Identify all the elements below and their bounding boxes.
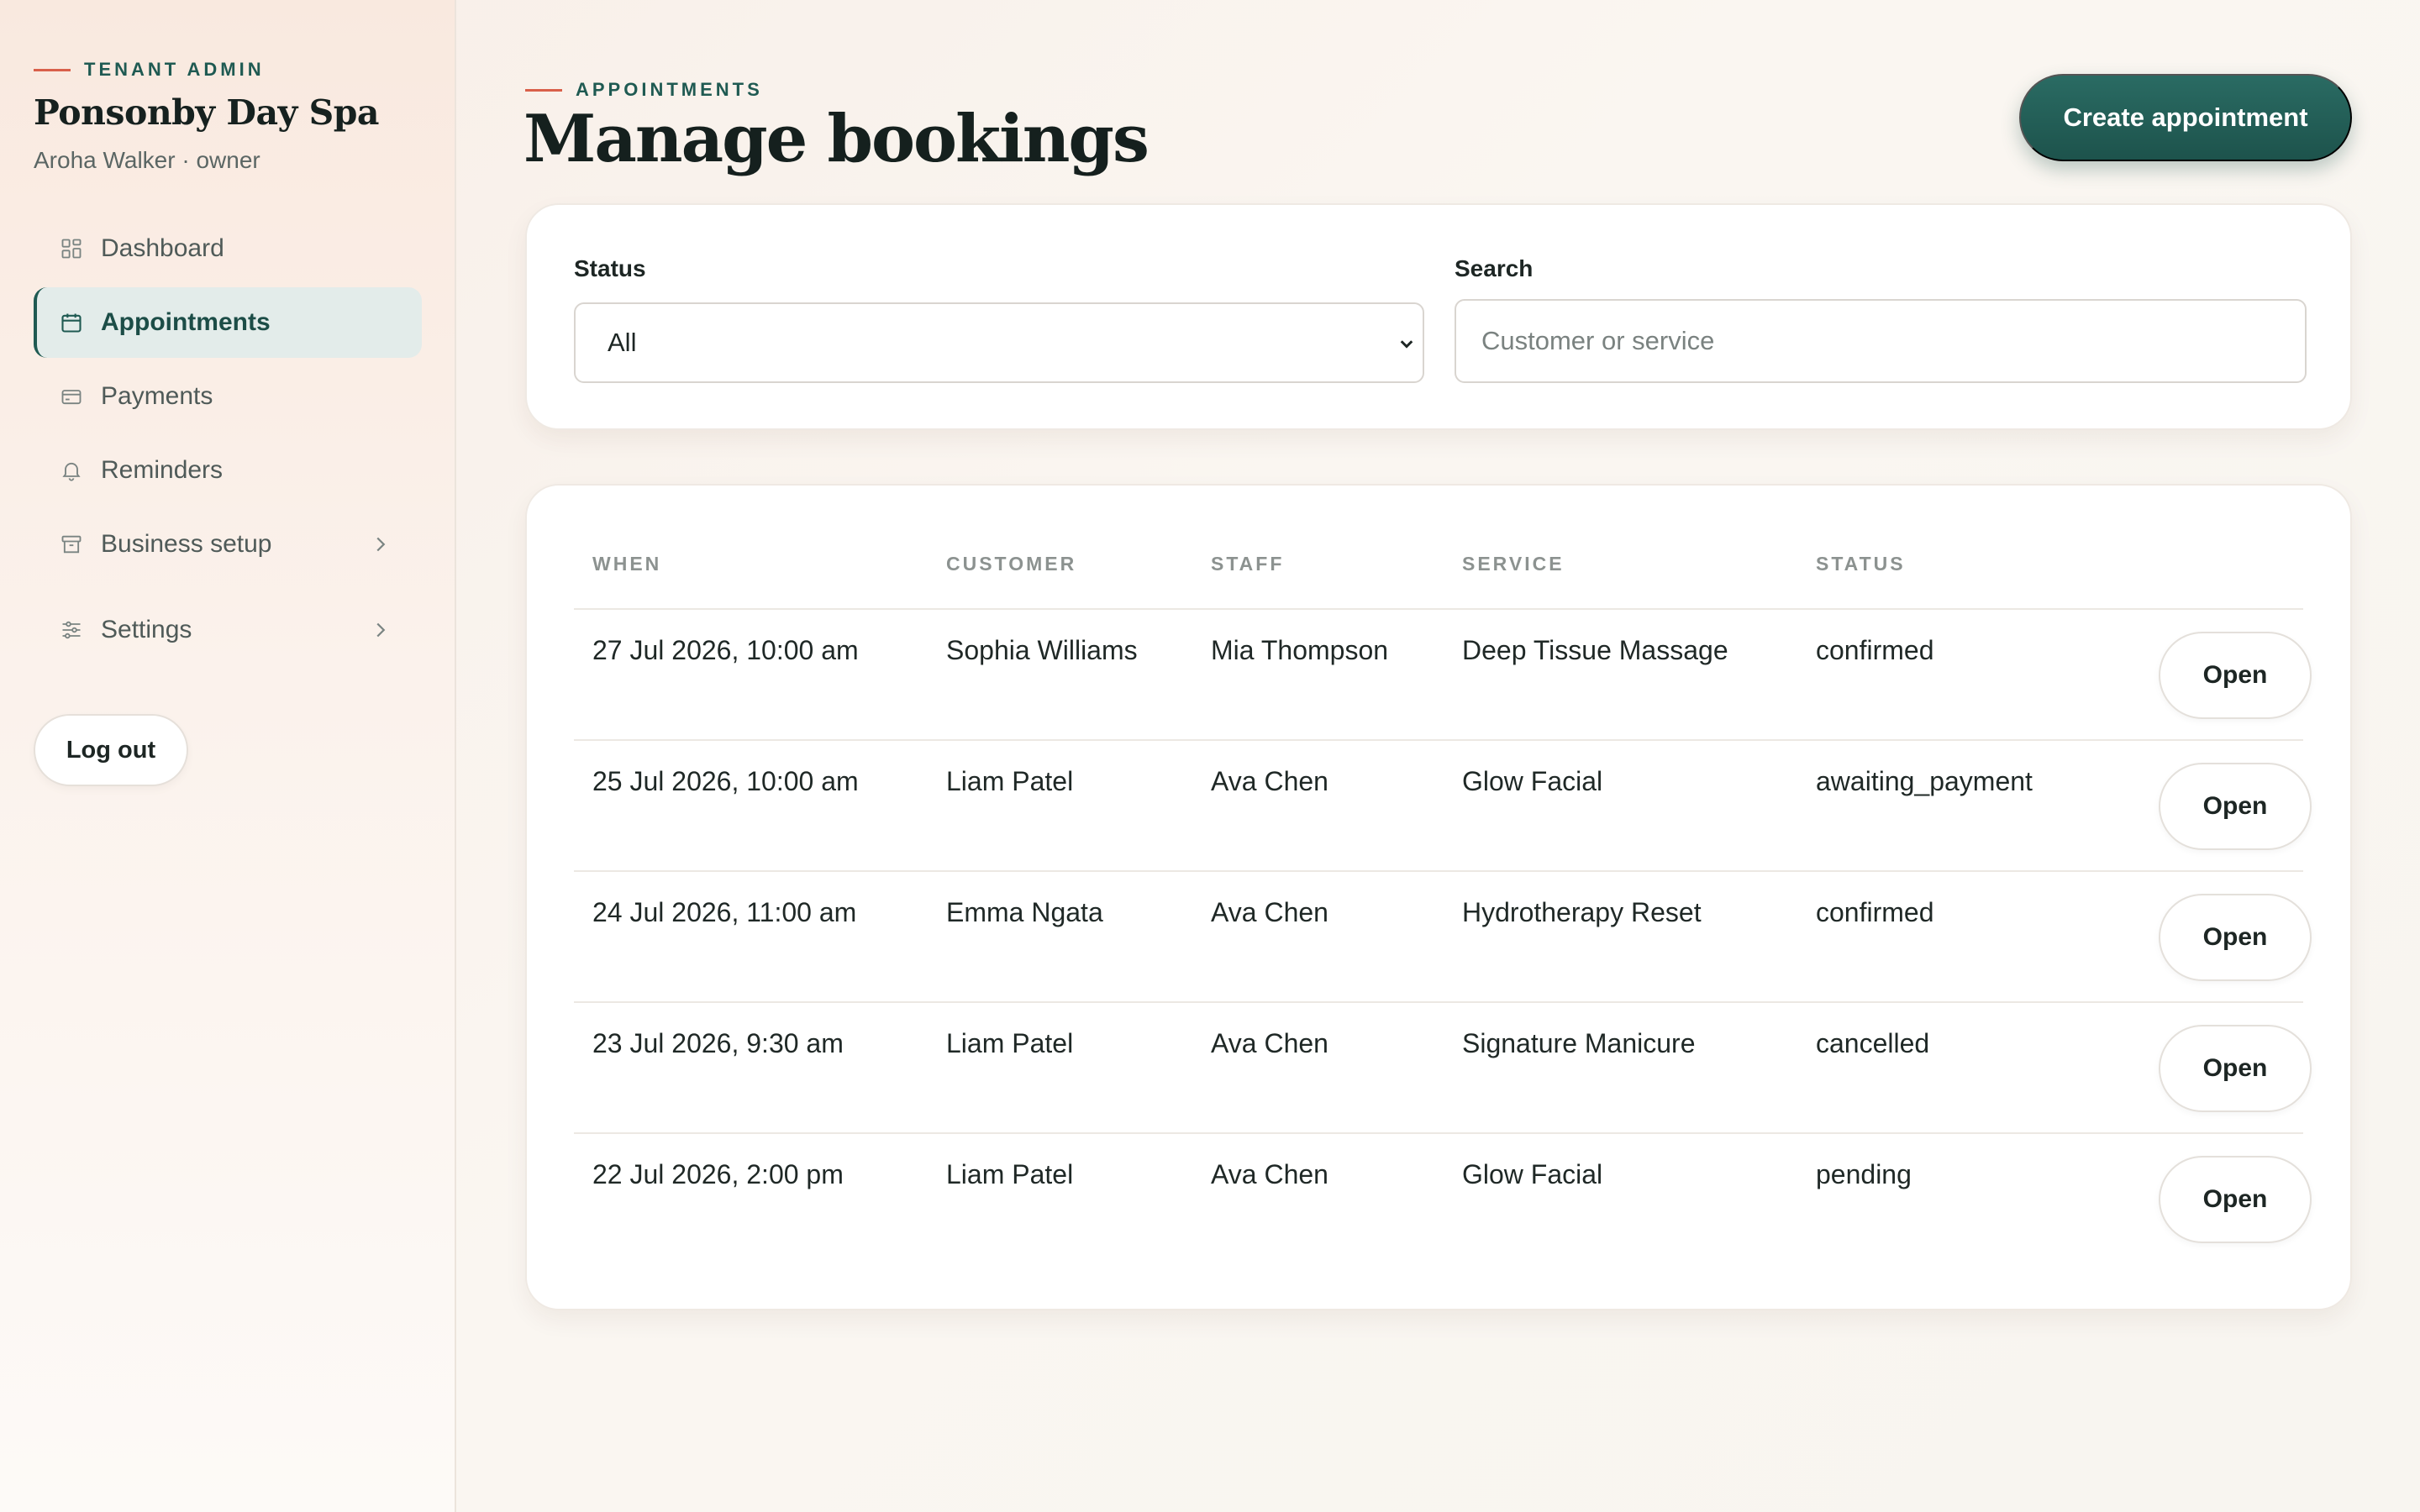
cell-customer: Sophia Williams <box>946 635 1138 665</box>
cell-service: Hydrotherapy Reset <box>1462 897 1702 927</box>
cell-when: 27 Jul 2026, 10:00 am <box>592 635 859 665</box>
search-placeholder: Customer or service <box>1481 326 1715 355</box>
search-label: Search <box>1455 255 1534 281</box>
eyebrow-dash <box>34 68 71 71</box>
cell-staff: Ava Chen <box>1211 897 1328 927</box>
cell-staff: Ava Chen <box>1211 1028 1328 1058</box>
cell-customer: Liam Patel <box>946 1159 1074 1189</box>
credit-card-icon <box>59 384 84 409</box>
status-select-value: All <box>608 328 637 357</box>
sliders-icon <box>59 617 84 643</box>
business-name: Ponsonby Day Spa <box>34 92 379 133</box>
create-appointment-button[interactable]: Create appointment <box>2019 74 2352 161</box>
open-button[interactable]: Open <box>2159 763 2312 850</box>
sidebar-item-label: Appointments <box>101 308 271 336</box>
column-header-service: SERVICE <box>1462 553 1565 575</box>
sidebar-item-settings[interactable]: Settings <box>34 595 422 665</box>
cell-status: confirmed <box>1816 635 1934 665</box>
page-title: Manage bookings <box>523 101 1150 177</box>
sidebar-item-dashboard[interactable]: Dashboard <box>34 213 422 284</box>
status-select[interactable]: All <box>574 302 1424 383</box>
sidebar-item-label: Reminders <box>101 456 224 484</box>
sidebar-item-reminders[interactable]: Reminders <box>34 435 422 506</box>
cell-status: confirmed <box>1816 897 1934 927</box>
eyebrow-dash <box>525 88 562 92</box>
cell-when: 22 Jul 2026, 2:00 pm <box>592 1159 844 1189</box>
appointments-table: WHEN CUSTOMER STAFF SERVICE STATUS 27 Ju… <box>525 484 2352 1310</box>
cell-staff: Ava Chen <box>1211 1159 1328 1189</box>
user-role: Aroha Walker · owner <box>34 147 260 173</box>
column-header-when: WHEN <box>592 553 662 575</box>
search-input[interactable]: Customer or service <box>1455 299 2307 383</box>
status-filter-label: Status <box>574 255 646 281</box>
cell-service: Deep Tissue Massage <box>1462 635 1728 665</box>
cell-service: Glow Facial <box>1462 1159 1603 1189</box>
table-row: 22 Jul 2026, 2:00 pm Liam Patel Ava Chen… <box>574 1134 2312 1265</box>
sidebar-item-appointments[interactable]: Appointments <box>34 287 422 358</box>
chevron-right-icon <box>368 532 393 557</box>
cell-service: Signature Manicure <box>1462 1028 1696 1058</box>
cell-status: cancelled <box>1816 1028 1930 1058</box>
sidebar: TENANT ADMIN Ponsonby Day Spa Aroha Walk… <box>0 0 456 1512</box>
table-row: 25 Jul 2026, 10:00 am Liam Patel Ava Che… <box>574 741 2312 872</box>
column-header-customer: CUSTOMER <box>946 553 1077 575</box>
table-row: 27 Jul 2026, 10:00 am Sophia Williams Mi… <box>574 610 2312 741</box>
open-button[interactable]: Open <box>2159 1156 2312 1243</box>
sidebar-item-label: Dashboard <box>101 234 224 262</box>
cell-status: awaiting_payment <box>1816 766 2033 796</box>
cell-when: 24 Jul 2026, 11:00 am <box>592 897 857 927</box>
chevron-right-icon <box>368 617 393 643</box>
cell-staff: Ava Chen <box>1211 766 1328 796</box>
sidebar-item-label: Business setup <box>101 530 272 558</box>
open-button[interactable]: Open <box>2159 894 2312 981</box>
sidebar-eyebrow: TENANT ADMIN <box>34 59 265 81</box>
column-header-status: STATUS <box>1816 553 1906 575</box>
chevron-down-icon <box>1394 332 1419 357</box>
cell-when: 25 Jul 2026, 10:00 am <box>592 766 859 796</box>
calendar-icon <box>59 310 84 335</box>
open-button[interactable]: Open <box>2159 632 2312 719</box>
sidebar-item-business-setup[interactable]: Business setup <box>34 509 422 580</box>
sidebar-item-payments[interactable]: Payments <box>34 361 422 432</box>
cell-when: 23 Jul 2026, 9:30 am <box>592 1028 844 1058</box>
cell-staff: Mia Thompson <box>1211 635 1389 665</box>
bell-icon <box>59 458 84 483</box>
cell-customer: Emma Ngata <box>946 897 1103 927</box>
page-eyebrow: APPOINTMENTS <box>525 79 763 101</box>
page-eyebrow-label: APPOINTMENTS <box>576 79 763 100</box>
open-button[interactable]: Open <box>2159 1025 2312 1112</box>
logout-button[interactable]: Log out <box>34 714 188 786</box>
cell-status: pending <box>1816 1159 1912 1189</box>
store-icon <box>59 532 84 557</box>
table-row: 23 Jul 2026, 9:30 am Liam Patel Ava Chen… <box>574 1003 2312 1134</box>
table-row: 24 Jul 2026, 11:00 am Emma Ngata Ava Che… <box>574 872 2312 1003</box>
sidebar-eyebrow-label: TENANT ADMIN <box>84 59 265 80</box>
cell-customer: Liam Patel <box>946 1028 1074 1058</box>
cell-service: Glow Facial <box>1462 766 1603 796</box>
table-header: WHEN CUSTOMER STAFF SERVICE STATUS <box>574 553 2303 610</box>
sidebar-nav: Dashboard Appointments Payments Reminder… <box>34 213 422 669</box>
dashboard-icon <box>59 236 84 261</box>
cell-customer: Liam Patel <box>946 766 1074 796</box>
filters-card: Status All Search Customer or service <box>525 203 2352 430</box>
sidebar-item-label: Settings <box>101 616 192 643</box>
column-header-staff: STAFF <box>1211 553 1285 575</box>
sidebar-item-label: Payments <box>101 382 213 410</box>
